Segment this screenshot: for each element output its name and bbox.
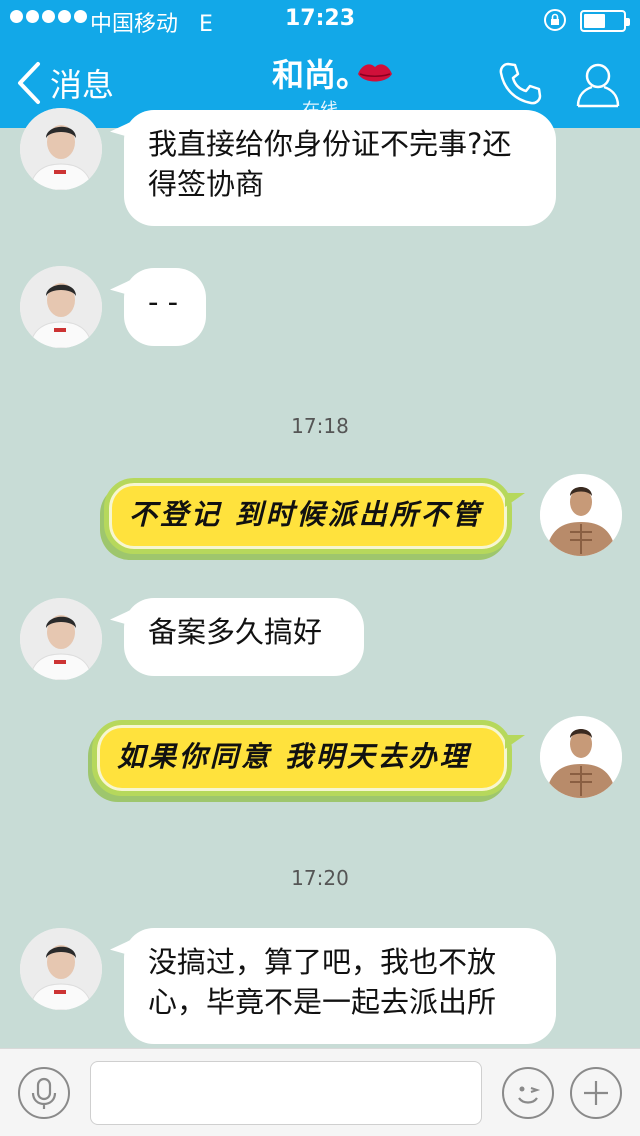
- contact-avatar[interactable]: [20, 598, 102, 680]
- contact-avatar-image: [20, 266, 102, 348]
- contact-avatar-image: [20, 108, 102, 190]
- message-text: - -: [148, 285, 179, 319]
- voice-button[interactable]: [18, 1067, 70, 1119]
- message-input[interactable]: [90, 1061, 482, 1125]
- message-text: 我直接给你身份证不完事?还得签协商: [148, 127, 512, 201]
- emoji-button[interactable]: [502, 1067, 554, 1119]
- timestamp: 17:18: [291, 414, 349, 438]
- battery-icon: [580, 10, 630, 32]
- phone-icon[interactable]: [496, 60, 544, 108]
- contact-avatar-image: [20, 928, 102, 1010]
- my-avatar-image: [540, 474, 622, 556]
- battery-level-fill: [584, 14, 605, 28]
- contact-avatar[interactable]: [20, 108, 102, 190]
- message-bubble[interactable]: 没搞过，算了吧，我也不放心，毕竟不是一起去派出所: [124, 928, 556, 1044]
- message-bubble[interactable]: - -: [124, 268, 206, 346]
- my-avatar[interactable]: [540, 474, 622, 556]
- plus-icon: [584, 1081, 608, 1105]
- chat-title[interactable]: 和尚。: [0, 50, 640, 96]
- message-bubble[interactable]: 备案多久搞好: [124, 598, 364, 676]
- contact-avatar[interactable]: [20, 266, 102, 348]
- emoji-face-icon: [518, 1086, 541, 1104]
- message-bubble-sent[interactable]: 不登记 到时候派出所不管: [104, 478, 525, 554]
- message-bubble-sent[interactable]: 如果你同意 我明天去办理: [92, 720, 525, 796]
- contact-person-icon[interactable]: [574, 60, 622, 108]
- message-text: 没搞过，算了吧，我也不放心，毕竟不是一起去派出所: [148, 945, 497, 1019]
- my-avatar[interactable]: [540, 716, 622, 798]
- status-bar: 中国移动 E 17:23: [0, 0, 640, 40]
- lips-kiss-icon: [358, 64, 392, 82]
- contact-avatar-image: [20, 598, 102, 680]
- header: 中国移动 E 17:23 消息 和尚。 在线: [0, 0, 640, 128]
- my-avatar-image: [540, 716, 622, 798]
- input-bar: [0, 1048, 640, 1136]
- message-text: 如果你同意 我明天去办理: [117, 740, 471, 773]
- timestamp: 17:20: [291, 866, 349, 890]
- more-button[interactable]: [570, 1067, 622, 1119]
- microphone-icon: [31, 1077, 57, 1109]
- message-bubble[interactable]: 我直接给你身份证不完事?还得签协商: [124, 110, 556, 226]
- message-text: 不登记 到时候派出所不管: [129, 498, 483, 531]
- rotation-lock-icon: [544, 9, 566, 31]
- message-text: 备案多久搞好: [148, 615, 323, 649]
- contact-avatar[interactable]: [20, 928, 102, 1010]
